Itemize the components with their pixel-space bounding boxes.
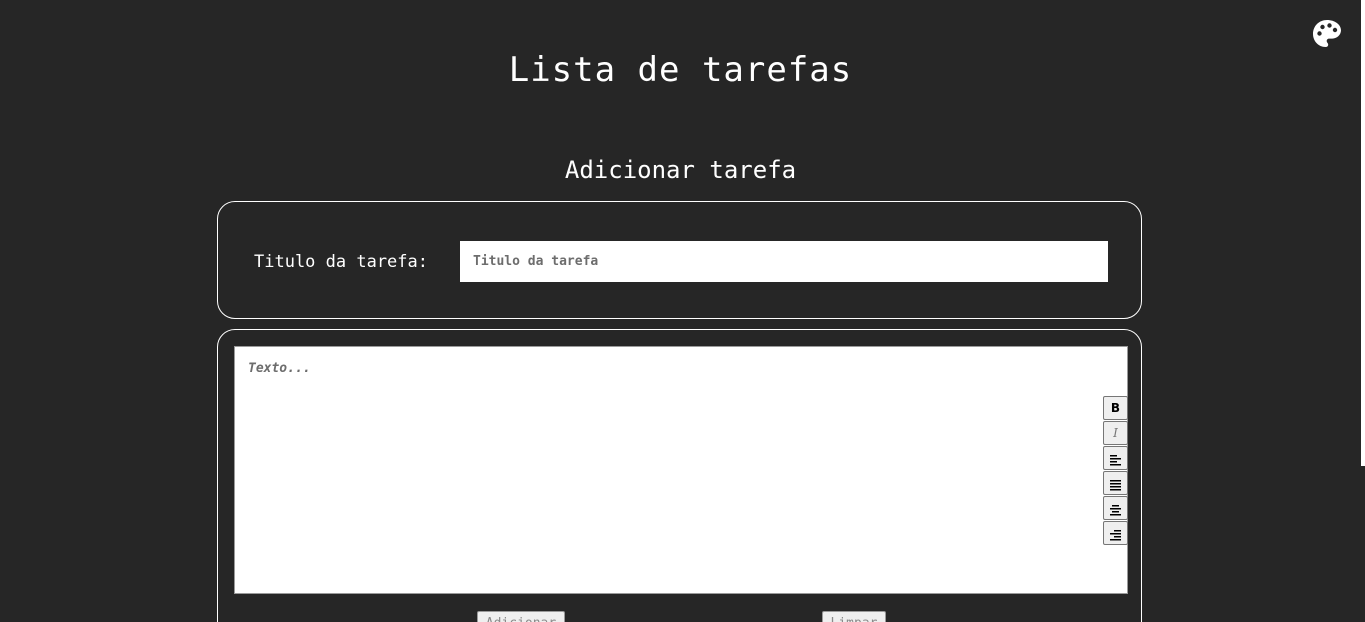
bold-button[interactable]: B (1103, 396, 1128, 420)
section-title: Adicionar tarefa (564, 156, 797, 184)
app-page: Lista de tarefas Adicionar tarefa Titulo… (0, 0, 1365, 622)
text-input[interactable] (235, 347, 1095, 593)
title-fieldset: Titulo da tarefa: (217, 201, 1142, 319)
palette-icon (1313, 20, 1341, 47)
format-toolbar: B I (1103, 396, 1128, 546)
clear-button[interactable]: Limpar (822, 611, 886, 622)
align-justify-icon (1110, 480, 1121, 491)
title-label: Titulo da tarefa: (254, 252, 428, 272)
align-right-button[interactable] (1103, 521, 1128, 545)
title-input[interactable] (460, 241, 1108, 282)
align-center-icon (1110, 505, 1121, 516)
align-right-icon (1110, 530, 1121, 541)
align-left-icon (1110, 455, 1121, 466)
text-editor: B I (234, 346, 1128, 594)
italic-button[interactable]: I (1103, 421, 1128, 445)
page-title: Lista de tarefas (508, 50, 853, 90)
text-fieldset: B I (217, 329, 1142, 622)
align-left-button[interactable] (1103, 446, 1128, 470)
justify-button[interactable] (1103, 471, 1128, 495)
theme-palette-button[interactable] (1311, 18, 1343, 50)
align-center-button[interactable] (1103, 496, 1128, 520)
scrollbar[interactable] (1361, 0, 1365, 466)
add-task-button[interactable]: Adicionar (477, 611, 565, 622)
